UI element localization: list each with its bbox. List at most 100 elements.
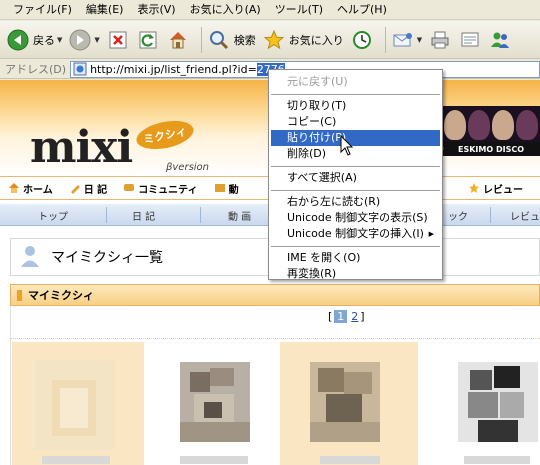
mail-dropdown-icon[interactable]: ▼ [417,36,422,44]
back-icon [6,28,30,52]
nav-diary-label: 日 記 [83,184,108,196]
mail-icon [391,28,415,52]
menu-file[interactable]: ファイル(F) [6,1,79,19]
friend-card[interactable] [146,342,278,465]
address-label: アドレス(D) [5,63,67,76]
banner-right-text: ESKIMO DISCO [458,144,524,154]
friend-photo[interactable] [180,362,260,452]
pager-current-page: 1 [334,310,348,323]
nav-video-label: 動 [228,184,239,196]
favorites-icon [262,28,286,52]
menu-item-rtl[interactable]: 右から左に読む(R) [271,194,440,210]
subnav-diary[interactable]: 日 記 [132,208,155,223]
menu-item-insert-unicode-label: Unicode 制御文字の挿入(I) [287,227,424,240]
pencil-icon [69,182,81,194]
menu-edit[interactable]: 編集(E) [79,1,131,19]
mail-button[interactable]: ▼ [391,28,422,52]
menu-item-reconvert[interactable]: 再変換(R) [271,266,440,282]
mixi-logo[interactable]: mixi [30,122,133,173]
forward-icon [68,28,92,52]
home-button[interactable] [166,28,190,52]
menu-item-open-ime[interactable]: IME を開く(O) [271,250,440,266]
toolbar-separator [200,26,202,53]
address-url: http://mixi.jp/list_friend.pl?id=2776 [90,62,285,76]
edit-button[interactable] [458,28,482,52]
search-icon [207,28,231,52]
print-button[interactable] [428,28,452,52]
menu-item-insert-unicode[interactable]: Unicode 制御文字の挿入(I) ▶ [271,226,440,242]
page-icon [73,62,87,76]
subnav-top[interactable]: トップ [38,208,68,223]
subnav-separator [106,207,107,223]
submenu-arrow-icon: ▶ [428,230,434,238]
section-header: マイミクシィ [10,284,540,306]
forward-button[interactable]: ▼ [68,28,100,52]
search-label: 検索 [233,33,256,47]
search-button[interactable]: 検索 [207,28,256,52]
mouse-cursor-icon [340,134,354,160]
menu-item-paste[interactable]: 貼り付け(P) [271,130,440,146]
friend-card[interactable] [280,342,418,465]
menu-separator [271,94,440,95]
menu-tools[interactable]: ツール(T) [268,1,330,19]
back-label: 戻る [33,33,55,47]
friend-name-placeholder [464,456,530,464]
banner-face [516,110,538,140]
menu-item-cut[interactable]: 切り取り(T) [271,98,440,114]
nav-home-label: ホーム [23,184,53,196]
section-title: マイミクシィ [28,289,94,302]
menu-item-copy[interactable]: コピー(C) [271,114,440,130]
menu-item-delete[interactable]: 削除(D) [271,146,440,162]
version-label: βversion [166,162,210,173]
nav-community[interactable]: コミュニティ [115,181,205,196]
nav-home[interactable]: ホーム [0,181,61,196]
stop-button[interactable] [106,28,130,52]
menu-bar: ファイル(F) 編集(E) 表示(V) お気に入り(A) ツール(T) ヘルプ(… [0,0,540,20]
print-icon [428,28,452,52]
pager-open-bracket: [ [328,310,333,323]
star-icon [468,182,480,194]
nav-review-label: レビュー [483,184,523,196]
pager-close-bracket: ] [360,310,365,323]
subnav-video[interactable]: 動 画 [228,208,251,223]
subnav-review[interactable]: レビュ [510,208,540,223]
divider [10,338,540,339]
messenger-button[interactable] [488,28,512,52]
nav-video[interactable]: 動 [206,181,247,196]
pager-page-link[interactable]: 2 [351,310,358,323]
section-marker [17,289,22,301]
context-menu: 元に戻す(U) 切り取り(T) コピー(C) 貼り付け(P) 削除(D) すべて… [268,69,443,280]
edit-icon [458,28,482,52]
menu-item-show-unicode[interactable]: Unicode 制御文字の表示(S) [271,210,440,226]
friend-card[interactable] [420,342,540,465]
refresh-button[interactable] [136,28,160,52]
nav-diary[interactable]: 日 記 [61,181,115,196]
subnav-music[interactable]: ック [448,208,468,223]
mixi-logo-badge: ミクシィ [133,116,197,154]
friend-photo[interactable] [310,362,390,452]
menu-item-select-all[interactable]: すべて選択(A) [271,170,440,186]
home-icon [166,28,190,52]
menu-favorites[interactable]: お気に入り(A) [183,1,268,19]
back-button[interactable]: 戻る ▼ [6,28,62,52]
subnav-separator [490,207,491,223]
nav-review[interactable]: レビュー [460,181,531,196]
forward-dropdown-icon[interactable]: ▼ [94,36,99,44]
menu-view[interactable]: 表示(V) [130,1,182,19]
favorites-button[interactable]: お気に入り [262,28,344,52]
address-url-prefix: http://mixi.jp/list_friend.pl?id= [90,62,257,76]
friend-photo[interactable] [34,360,114,450]
ad-banner-caption: 59 ESKIMO DISCO [432,142,540,156]
back-dropdown-icon[interactable]: ▼ [57,36,62,44]
banner-face [468,110,490,140]
banner-face [492,110,514,140]
history-button[interactable] [350,28,374,52]
home-icon [8,182,20,194]
friend-card[interactable] [12,342,144,465]
menu-separator [271,246,440,247]
menu-item-undo: 元に戻す(U) [287,75,348,88]
menu-help[interactable]: ヘルプ(H) [330,1,394,19]
favorites-label: お気に入り [288,33,344,47]
friend-photo[interactable] [458,362,538,452]
banner-face [444,110,466,140]
